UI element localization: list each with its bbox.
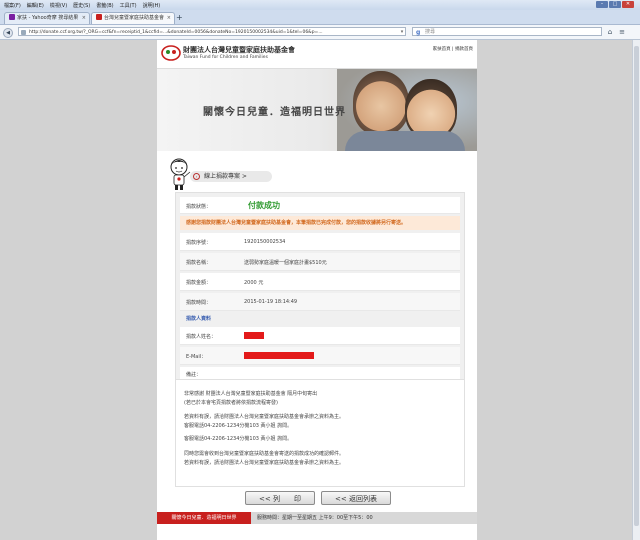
close-tab-icon[interactable]: ×: [82, 13, 86, 24]
window-controls: – □ ✕: [596, 1, 634, 8]
note-line: (若已於本會宅頁捐款者將依捐款流程寄發): [184, 400, 278, 406]
note-line: 客服電話04-2206-1234分機103 黃小姐 詢問。: [184, 423, 293, 429]
close-window-icon[interactable]: ✕: [622, 1, 634, 8]
ccf-icon: [96, 14, 102, 20]
note-line: 非常感謝 財團法人台灣兒童暨家庭扶助基金會 隔月中旬寄出: [184, 391, 318, 397]
donor-section-title: 捐款人資料: [180, 313, 460, 325]
address-bar[interactable]: http://donate.ccf.org.tw/?_ORG=ccf&fn=re…: [18, 27, 406, 36]
banner-child-photo: [405, 79, 457, 139]
vertical-scrollbar[interactable]: [632, 40, 640, 540]
navigation-bar: ◀ http://donate.ccf.org.tw/?_ORG=ccf&fn=…: [0, 25, 640, 40]
back-to-list-button[interactable]: << 返回列表: [321, 491, 391, 505]
donation-amount: 2000 元: [244, 280, 264, 286]
org-name: 財團法人台灣兒童暨家庭扶助基金會: [183, 46, 295, 54]
maximize-icon[interactable]: □: [609, 1, 621, 8]
menu-help[interactable]: 說明(H): [143, 2, 161, 9]
top-links[interactable]: 家扶首頁 | 捐款首頁: [433, 46, 473, 52]
menu-icon[interactable]: ≡: [618, 28, 626, 36]
google-icon: g: [416, 29, 421, 36]
ccf-logo-icon: [161, 45, 181, 61]
site-header: 財團法人台灣兒童暨家庭扶助基金會 Taiwan Fund for Childre…: [157, 40, 477, 69]
note-line: 若資料有誤，請洽財團法人台灣兒童暨家庭扶助基金會承辦之資料為主。: [184, 460, 345, 466]
footer-tagline: 關懷今日兒童．造福明日世界: [157, 512, 251, 524]
back-icon[interactable]: ◀: [3, 28, 13, 38]
donor-row: 捐款人姓名：: [180, 327, 460, 345]
field-row: 捐款序號： 1920150002534: [180, 233, 460, 251]
field-row: 捐款金額： 2000 元: [180, 273, 460, 291]
menu-file[interactable]: 檔案(F): [4, 2, 21, 9]
scrollbar-thumb[interactable]: [634, 46, 639, 526]
close-tab-icon[interactable]: ×: [167, 13, 171, 24]
online-donation-link[interactable]: › 線上捐款專案 >: [190, 171, 272, 182]
donor-row: E-Mail：: [180, 347, 460, 365]
field-row: 捐款名稱： 送弱勢家庭溫暖一個家庭計畫$510元: [180, 253, 460, 271]
redacted-name: [244, 332, 264, 339]
url-text: http://donate.ccf.org.tw/?_ORG=ccf&fn=re…: [29, 30, 323, 35]
banner-clothes: [345, 131, 465, 151]
note-line: 若資料有誤，請洽財團法人台灣兒童暨家庭扶助基金會承辦之資料為主。: [184, 414, 345, 420]
field-row: 捐款時間： 2015-01-19 18:14:49: [180, 293, 460, 311]
search-input[interactable]: g 搜尋: [412, 27, 602, 36]
dropdown-arrow-icon[interactable]: ▾: [398, 28, 406, 36]
org-name-en: Taiwan Fund for Children and Families: [183, 55, 268, 60]
site-identity-icon[interactable]: [21, 30, 26, 35]
new-tab-icon[interactable]: +: [176, 13, 183, 22]
notes-panel: 非常感謝 財團法人台灣兒童暨家庭扶助基金會 隔月中旬寄出 (若已於本會宅頁捐款者…: [175, 379, 465, 487]
menu-tools[interactable]: 工具(T): [120, 2, 137, 9]
donation-result-panel: 捐款狀態： 付款成功 感謝您捐款財團法人台灣兒童暨家庭扶助基金會，本筆捐款已完成…: [175, 192, 465, 384]
web-page: 財團法人台灣兒童暨家庭扶助基金會 Taiwan Fund for Childre…: [157, 40, 477, 540]
minimize-icon[interactable]: –: [596, 1, 608, 8]
status-row: 捐款狀態： 付款成功: [180, 197, 460, 214]
donation-time: 2015-01-19 18:14:49: [244, 299, 298, 305]
menu-view[interactable]: 檢視(V): [50, 2, 67, 9]
print-button[interactable]: << 列 印: [245, 491, 315, 505]
note-line: 同時您需會收到台灣兒童暨家庭扶助基金會寄送的捐款成功的確認郵件。: [184, 451, 345, 457]
tab-bar: 家扶 - Yahoo奇摩 搜尋結果 × 台灣兒童暨家庭扶助基金會 × +: [0, 10, 640, 25]
note-line: 客服電話04-2206-1234分機103 黃小姐 詢問。: [184, 436, 293, 442]
payment-status: 付款成功: [248, 201, 280, 210]
page-viewport: 財團法人台灣兒童暨家庭扶助基金會 Taiwan Fund for Childre…: [0, 40, 632, 540]
hero-banner: 關懷今日兒童．造福明日世界: [157, 69, 477, 151]
banner-child-photo: [353, 71, 409, 135]
back-arrow-icon: ›: [193, 173, 200, 180]
service-hours: 服務時間：星期一至星期五 上午9：00至下午5：00: [257, 515, 373, 521]
home-icon[interactable]: ⌂: [606, 28, 614, 36]
donation-name: 送弱勢家庭溫暖一個家庭計畫$510元: [244, 260, 327, 266]
banner-tagline: 關懷今日兒童．造福明日世界: [203, 107, 346, 118]
thank-you-notice: 感謝您捐款財團法人台灣兒童暨家庭扶助基金會，本筆捐款已完成付款，您的捐款收據將另…: [180, 216, 460, 230]
redacted-email: [244, 352, 314, 359]
site-footer: 關懷今日兒童．造福明日世界 服務時間：星期一至星期五 上午9：00至下午5：00: [157, 512, 477, 524]
tab-ccf[interactable]: 台灣兒童暨家庭扶助基金會 ×: [91, 12, 175, 24]
menu-bookmarks[interactable]: 書籤(B): [96, 2, 113, 9]
yahoo-icon: [9, 14, 15, 20]
menu-edit[interactable]: 編輯(E): [27, 2, 44, 9]
donation-serial: 1920150002534: [244, 239, 286, 245]
menu-history[interactable]: 歷史(S): [73, 2, 90, 9]
tab-yahoo-search[interactable]: 家扶 - Yahoo奇摩 搜尋結果 ×: [4, 12, 90, 24]
